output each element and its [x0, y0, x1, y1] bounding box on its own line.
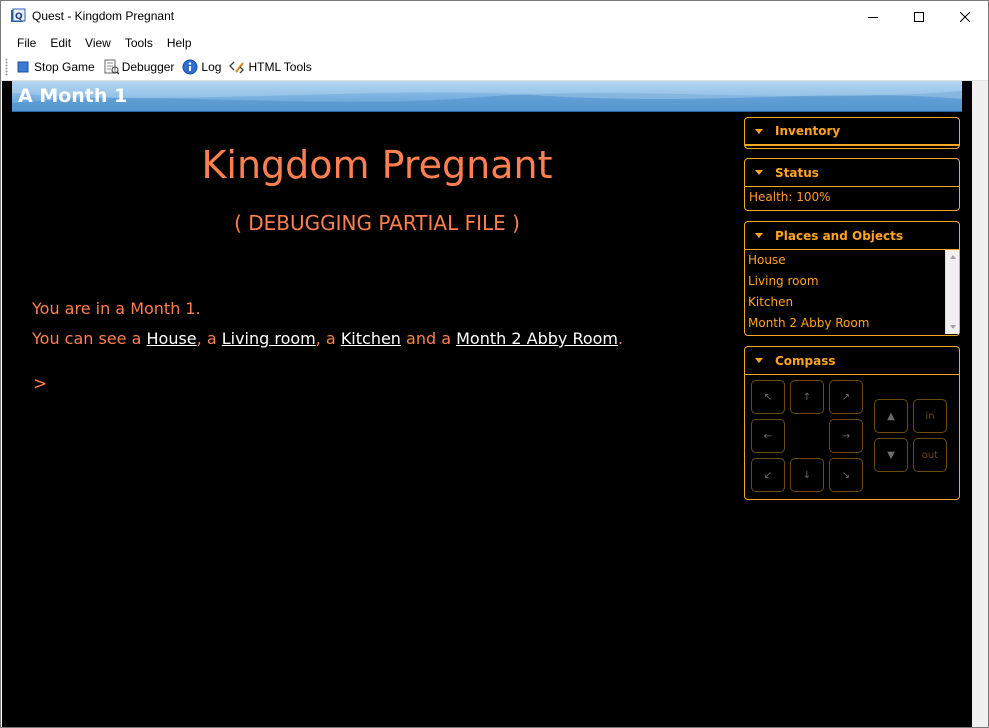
places-objects-list: House Living room Kitchen Month 2 Abby R… — [745, 250, 959, 334]
menu-file[interactable]: File — [10, 32, 43, 54]
visible-objects-prefix: You can see a — [32, 329, 147, 348]
room-description: You are in a Month 1. — [32, 299, 201, 318]
compass-east-button[interactable]: → — [829, 419, 863, 453]
arrow-east-icon: → — [841, 430, 851, 442]
object-link-house[interactable]: House — [147, 329, 197, 348]
inventory-header[interactable]: Inventory — [745, 118, 959, 146]
compass-out-button[interactable]: out — [913, 438, 947, 472]
game-subtitle: ( DEBUGGING PARTIAL FILE ) — [234, 211, 520, 235]
places-objects-pane: Places and Objects House Living room Kit… — [744, 221, 960, 336]
close-button[interactable] — [942, 1, 988, 32]
compass-southeast-button[interactable]: ↘ — [829, 458, 863, 492]
compass-title: Compass — [775, 353, 836, 368]
object-link-kitchen[interactable]: Kitchen — [341, 329, 401, 348]
maximize-icon — [914, 11, 924, 22]
separator-text: , a — [315, 329, 341, 348]
inventory-title: Inventory — [775, 124, 841, 138]
compass-grid: ↖ ↑ ↗ ← → ↙ ↓ ↘ ▲ in ▼ out — [745, 375, 959, 499]
minimize-button[interactable] — [850, 1, 896, 32]
separator-text: , a — [196, 329, 222, 348]
places-objects-title: Places and Objects — [775, 228, 904, 243]
compass-south-button[interactable]: ↓ — [790, 458, 824, 492]
arrow-west-icon: ← — [763, 430, 773, 442]
toolbar: Stop Game Debugger Log HTML Tools — [1, 54, 988, 81]
log-button[interactable]: Log — [179, 56, 224, 78]
html-tools-label: HTML Tools — [248, 60, 312, 74]
stop-game-button[interactable]: Stop Game — [12, 56, 98, 78]
places-objects-header[interactable]: Places and Objects — [745, 222, 959, 250]
svg-text:Q: Q — [15, 12, 23, 22]
collapse-arrow-icon — [755, 358, 763, 363]
list-item[interactable]: House — [745, 250, 959, 271]
menu-edit[interactable]: Edit — [43, 32, 78, 54]
close-icon — [960, 11, 970, 22]
visible-objects-suffix: . — [618, 329, 624, 348]
menu-help[interactable]: Help — [160, 32, 199, 54]
compass-in-label: in — [925, 410, 935, 422]
compass-north-button[interactable]: ↑ — [790, 380, 824, 414]
triangle-down-icon: ▼ — [887, 449, 895, 461]
info-icon — [182, 59, 198, 75]
list-item[interactable]: Month 2 Abby Room — [745, 313, 959, 334]
triangle-up-icon: ▲ — [887, 410, 895, 422]
game-output-area: A Month 1 Kingdom Pregnant ( DEBUGGING P… — [2, 81, 972, 727]
collapse-arrow-icon — [755, 170, 763, 175]
html-tools-icon — [229, 59, 245, 75]
menu-bar: File Edit View Tools Help — [1, 32, 988, 54]
list-item[interactable]: Living room — [745, 271, 959, 292]
compass-down-button[interactable]: ▼ — [874, 438, 908, 472]
list-scrollbar[interactable] — [945, 250, 959, 334]
compass-header[interactable]: Compass — [745, 347, 959, 375]
compass-northeast-button[interactable]: ↗ — [829, 380, 863, 414]
scroll-arrows-icon — [950, 255, 956, 329]
log-label: Log — [201, 60, 222, 74]
collapse-arrow-icon — [755, 233, 763, 238]
compass-pane: Compass ↖ ↑ ↗ ← → ↙ ↓ ↘ ▲ in ▼ out — [744, 346, 960, 500]
stop-game-label: Stop Game — [34, 60, 95, 74]
separator-text: and a — [400, 329, 457, 348]
compass-west-button[interactable]: ← — [751, 419, 785, 453]
game-title: Kingdom Pregnant — [201, 143, 553, 187]
debugger-label: Debugger — [121, 60, 175, 74]
title-bar: Q Quest - Kingdom Pregnant — [1, 1, 988, 32]
collapse-arrow-icon — [755, 128, 763, 134]
window-title: Quest - Kingdom Pregnant — [32, 9, 175, 23]
location-title: A Month 1 — [18, 85, 128, 107]
minimize-icon — [868, 16, 878, 18]
compass-up-button[interactable]: ▲ — [874, 399, 908, 433]
status-title: Status — [775, 165, 819, 180]
app-window: Q Quest - Kingdom Pregnant File Edit Vie… — [0, 0, 989, 728]
debugger-button[interactable]: Debugger — [100, 56, 178, 78]
list-item[interactable]: Kitchen — [745, 292, 959, 313]
object-link-month-2-abby-room[interactable]: Month 2 Abby Room — [456, 329, 618, 348]
html-tools-button[interactable]: HTML Tools — [226, 56, 314, 78]
compass-out-label: out — [921, 449, 939, 461]
arrow-northwest-icon: ↖ — [763, 391, 773, 403]
location-bar: A Month 1 — [12, 81, 962, 112]
stop-icon — [15, 59, 31, 75]
arrow-northeast-icon: ↗ — [841, 391, 851, 403]
toolbar-grip[interactable] — [5, 58, 8, 76]
inventory-pane: Inventory — [744, 117, 960, 149]
status-health: Health: 100% — [749, 190, 831, 204]
menu-tools[interactable]: Tools — [118, 32, 160, 54]
status-header[interactable]: Status — [745, 159, 959, 187]
status-pane: Status Health: 100% — [744, 158, 960, 211]
object-link-living-room[interactable]: Living room — [222, 329, 316, 348]
arrow-southwest-icon: ↙ — [763, 469, 773, 481]
compass-northwest-button[interactable]: ↖ — [751, 380, 785, 414]
game-scrollbar[interactable] — [972, 81, 988, 727]
command-prompt[interactable]: > — [33, 374, 47, 394]
compass-in-button[interactable]: in — [913, 399, 947, 433]
compass-southwest-button[interactable]: ↙ — [751, 458, 785, 492]
quest-app-icon: Q — [10, 8, 26, 24]
arrow-southeast-icon: ↘ — [841, 469, 851, 481]
arrow-north-icon: ↑ — [802, 391, 812, 403]
menu-view[interactable]: View — [78, 32, 118, 54]
maximize-button[interactable] — [896, 1, 942, 32]
visible-objects-line: You can see a House, a Living room, a Ki… — [32, 329, 623, 348]
debugger-icon — [103, 59, 119, 75]
arrow-south-icon: ↓ — [802, 469, 812, 481]
location-bar-decoration — [12, 81, 962, 111]
